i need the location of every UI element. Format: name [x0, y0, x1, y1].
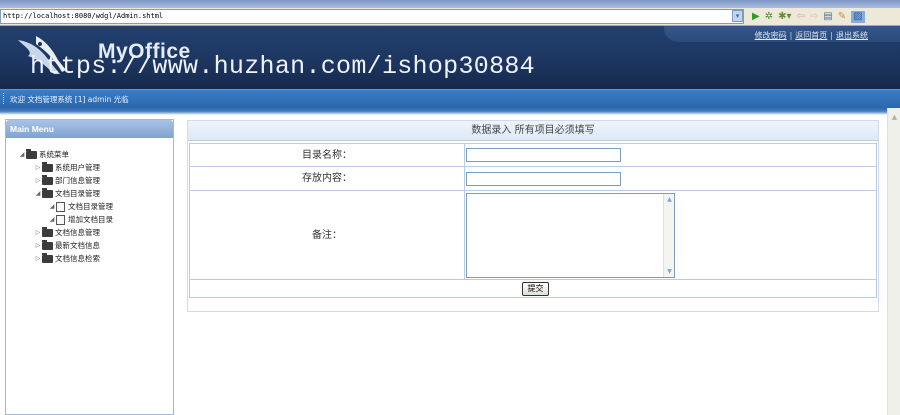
url-dropdown-button[interactable]: ▾	[732, 10, 743, 22]
welcome-bar: 欢迎 文档管理系统 [1] admin 光临	[0, 89, 900, 108]
image-icon[interactable]: ▨	[851, 11, 865, 23]
menu-item-user-management[interactable]: ▷ 系统用户管理	[34, 161, 100, 174]
app-header: 修改密码 | 返回首页 | 退出系统 MyOffice https://www.huzh…	[0, 26, 900, 89]
menu-item-directory-manage[interactable]: ◢ 文档目录管理	[48, 200, 113, 213]
menu-item-add-directory[interactable]: ◢ 增加文档目录	[48, 213, 113, 226]
back-icon[interactable]: ⇦	[797, 11, 805, 23]
watermark-url: https://www.huzhan.com/ishop30884	[30, 52, 535, 81]
menu-item-latest-docs[interactable]: ▷ 最新文档信息	[34, 239, 100, 252]
page-scrollbar[interactable]: ▲	[887, 108, 900, 415]
folder-icon	[42, 161, 53, 172]
collapsed-arrow-icon[interactable]: ▷	[34, 242, 42, 249]
tools-icon[interactable]: ✱▾	[778, 11, 791, 23]
remark-label: 备注：	[190, 191, 465, 279]
expanded-arrow-icon[interactable]: ◢	[34, 190, 42, 197]
page-icon[interactable]: ▤	[823, 11, 832, 23]
remark-textarea[interactable]: ▲ ▼	[466, 193, 675, 278]
folder-icon	[42, 252, 53, 263]
browser-title-strip	[0, 0, 900, 8]
home-link[interactable]: 返回首页	[795, 31, 827, 40]
favorites-icon[interactable]: ✲	[765, 11, 773, 23]
header-gradient-strip	[0, 108, 900, 115]
bar-grip	[3, 93, 5, 104]
collapsed-arrow-icon[interactable]: ▷	[34, 164, 42, 171]
main-menu-panel: Main Menu ◢ 系统菜单 ▷ 系统用户管理 ▷ 部门信息管理 ◢ 文档目…	[5, 119, 174, 415]
collapsed-arrow-icon[interactable]: ▷	[34, 255, 42, 262]
change-password-link[interactable]: 修改密码	[755, 31, 787, 40]
header-links: 修改密码 | 返回首页 | 退出系统	[754, 31, 868, 40]
form-row-remark: 备注： ▲ ▼	[190, 191, 876, 280]
data-entry-panel: 数据录入 所有项目必须填写 目录名称： 存放内容： 备注： ▲ ▼ 提交	[187, 120, 879, 312]
url-field[interactable]: http://localhost:8080/wdgl/Admin.shtml	[0, 9, 744, 24]
main-menu-title: Main Menu	[6, 120, 173, 138]
menu-root[interactable]: ◢ 系统菜单	[18, 148, 69, 161]
directory-name-input[interactable]	[466, 148, 621, 162]
file-icon	[56, 214, 65, 225]
welcome-message: 欢迎 文档管理系统 [1] admin 光临	[10, 95, 129, 104]
folder-icon	[26, 148, 37, 159]
content-input[interactable]	[466, 172, 621, 186]
folder-icon	[42, 174, 53, 185]
content-label: 存放内容：	[190, 167, 465, 190]
leaf-arrow-icon: ◢	[49, 216, 55, 223]
expanded-arrow-icon[interactable]: ◢	[18, 151, 26, 158]
form-table: 目录名称： 存放内容： 备注： ▲ ▼ 提交	[189, 143, 877, 298]
pen-icon[interactable]: ✎	[838, 11, 846, 23]
go-icon[interactable]: ▶	[752, 11, 760, 23]
menu-item-doc-info[interactable]: ▷ 文档信息管理	[34, 226, 100, 239]
textarea-scrollbar[interactable]: ▲ ▼	[663, 194, 674, 277]
form-row-content: 存放内容：	[190, 167, 876, 191]
folder-icon	[42, 187, 53, 198]
page-scroll-up-icon[interactable]: ▲	[889, 112, 900, 123]
directory-name-label: 目录名称：	[190, 144, 465, 166]
leaf-arrow-icon: ◢	[49, 203, 55, 210]
submit-button[interactable]: 提交	[522, 282, 549, 296]
form-row-submit: 提交	[190, 280, 876, 298]
menu-item-department[interactable]: ▷ 部门信息管理	[34, 174, 100, 187]
menu-item-doc-search[interactable]: ▷ 文档信息检索	[34, 252, 100, 265]
forward-icon[interactable]: ⇨	[810, 11, 818, 23]
form-title: 数据录入 所有项目必须填写	[188, 121, 878, 141]
scroll-down-icon[interactable]: ▼	[665, 267, 674, 276]
folder-icon	[42, 239, 53, 250]
collapsed-arrow-icon[interactable]: ▷	[34, 177, 42, 184]
collapsed-arrow-icon[interactable]: ▷	[34, 229, 42, 236]
address-bar: http://localhost:8080/wdgl/Admin.shtml ▾…	[0, 8, 900, 26]
form-row-directory-name: 目录名称：	[190, 144, 876, 167]
logout-link[interactable]: 退出系统	[836, 31, 868, 40]
menu-item-doc-directory[interactable]: ◢ 文档目录管理	[34, 187, 100, 200]
scroll-up-icon[interactable]: ▲	[665, 195, 674, 204]
file-icon	[56, 201, 65, 212]
folder-icon	[42, 226, 53, 237]
